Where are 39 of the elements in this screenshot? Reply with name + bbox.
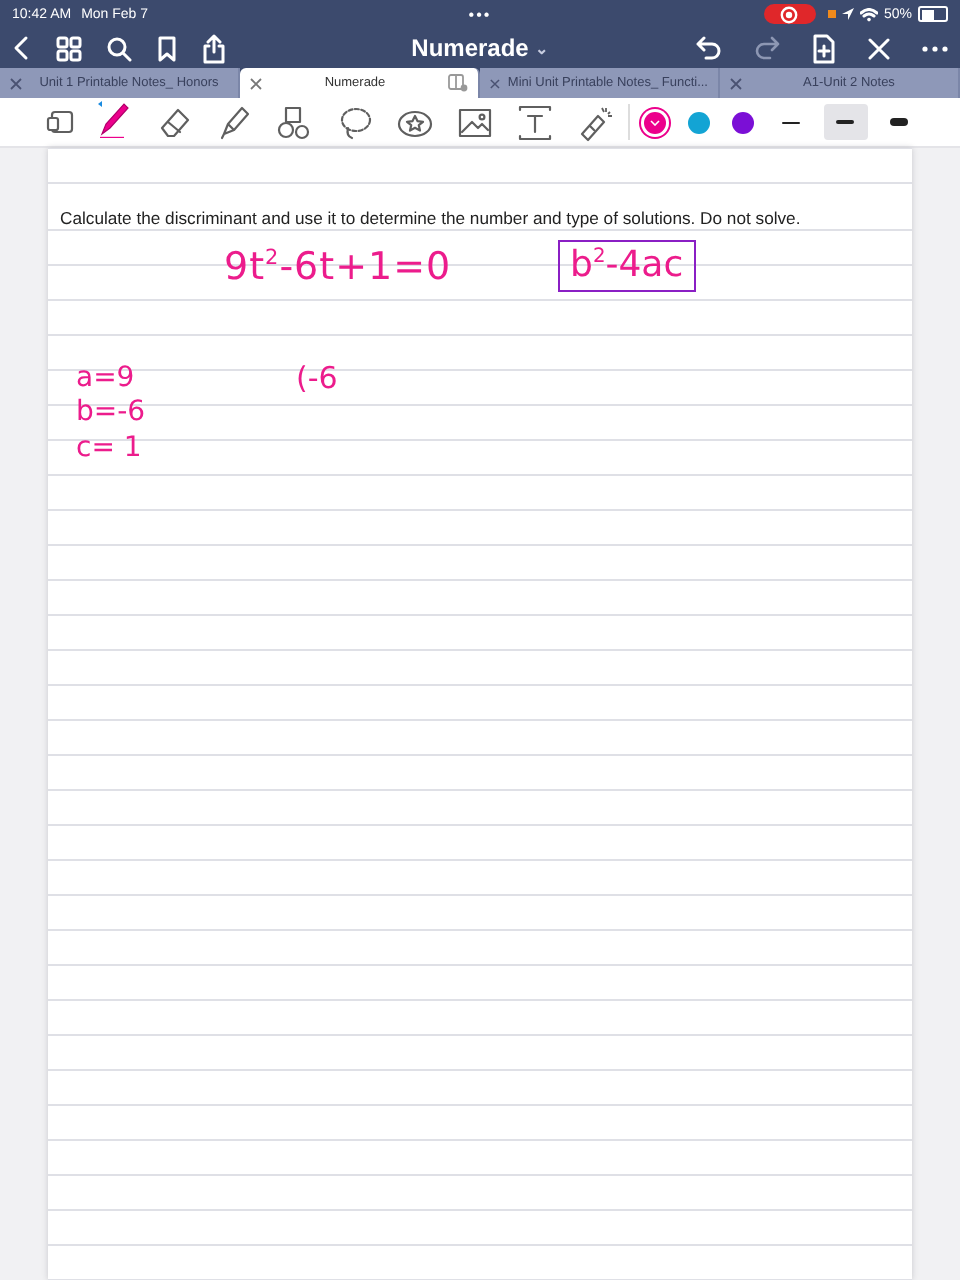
grid-icon[interactable] bbox=[56, 35, 82, 61]
undo-icon[interactable] bbox=[696, 36, 722, 60]
shapes-icon[interactable] bbox=[275, 103, 313, 141]
text-box-icon[interactable] bbox=[515, 103, 553, 141]
wifi-icon bbox=[859, 7, 878, 21]
handwritten-text: (-6 bbox=[296, 364, 338, 394]
eraser-icon[interactable] bbox=[155, 103, 193, 141]
image-icon[interactable] bbox=[455, 103, 493, 141]
recording-indicator[interactable] bbox=[763, 4, 816, 24]
handwritten-text: a=9 bbox=[76, 364, 135, 392]
record-icon bbox=[780, 5, 799, 23]
redo-icon[interactable] bbox=[754, 36, 780, 60]
handwritten-text: c= 1 bbox=[76, 434, 142, 462]
add-page-icon[interactable] bbox=[812, 33, 836, 63]
battery-icon bbox=[918, 6, 948, 22]
split-view-icon[interactable] bbox=[448, 74, 468, 92]
stroke-width-option[interactable] bbox=[823, 104, 867, 140]
color-swatch[interactable] bbox=[687, 111, 709, 133]
multitasking-dots[interactable]: ••• bbox=[468, 5, 492, 23]
pen-icon[interactable] bbox=[95, 99, 133, 137]
search-icon[interactable] bbox=[106, 35, 132, 61]
share-icon[interactable] bbox=[202, 33, 226, 63]
page-view-icon[interactable] bbox=[45, 110, 73, 134]
color-swatch[interactable] bbox=[643, 111, 665, 133]
more-icon[interactable] bbox=[922, 45, 948, 51]
document-title-button[interactable]: Numerade ⌄ bbox=[411, 34, 549, 62]
laser-pointer-icon[interactable] bbox=[575, 103, 613, 141]
highlighter-icon[interactable] bbox=[215, 103, 253, 141]
handwritten-text: b=-6 bbox=[76, 398, 146, 426]
chevron-icon bbox=[649, 119, 659, 125]
lasso-icon[interactable] bbox=[335, 103, 373, 141]
back-icon[interactable] bbox=[12, 34, 32, 62]
color-swatch[interactable] bbox=[731, 111, 753, 133]
bookmark-icon[interactable] bbox=[156, 35, 178, 61]
handwritten-text: 9t$^{2}$-6t+1=0 bbox=[224, 248, 452, 287]
question-text: Calculate the discriminant and use it to determine the number and type of solutions. Do not solve. bbox=[58, 206, 803, 224]
location-icon bbox=[841, 8, 854, 20]
close-icon[interactable] bbox=[250, 77, 262, 89]
boxed-formula: b$^{2}$-4ac bbox=[558, 240, 696, 292]
